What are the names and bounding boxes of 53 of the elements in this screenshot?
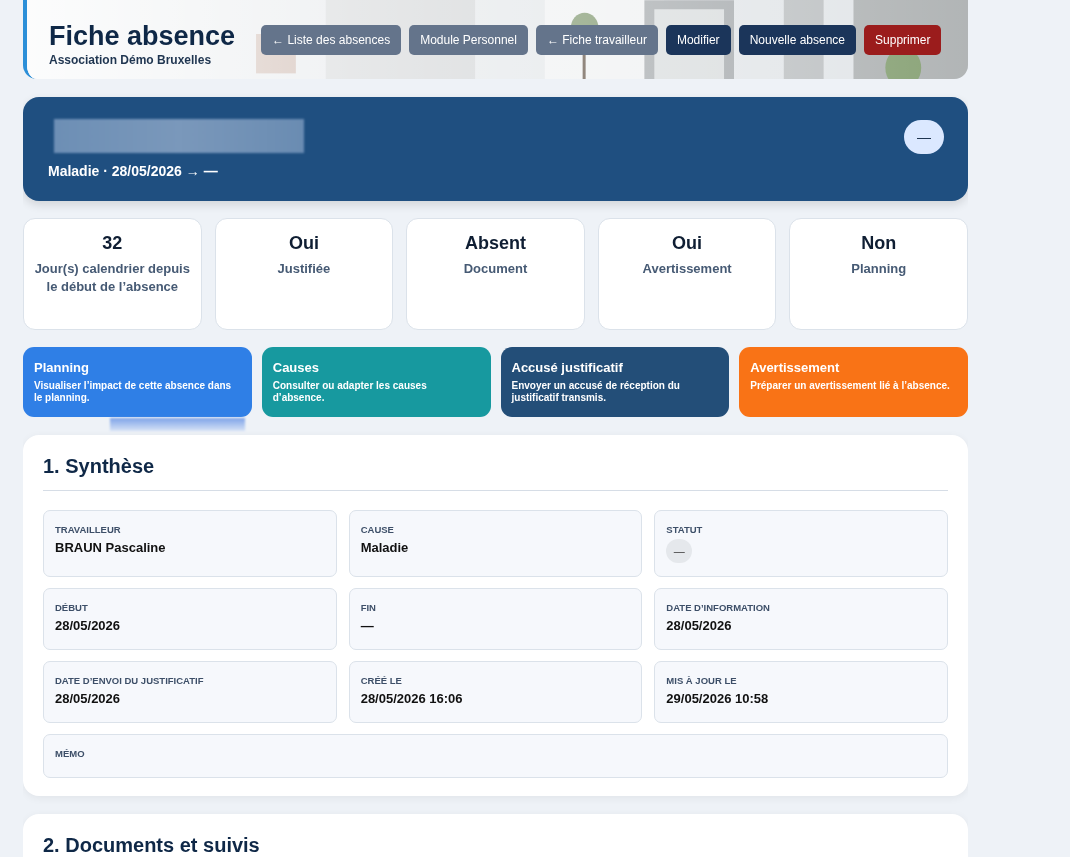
field-label: CRÉÉ LE xyxy=(360,675,403,686)
absence-summary: Maladie · 28/05/2026 → — xyxy=(48,163,219,179)
field-value: 29/05/2026 10:58 xyxy=(666,691,770,706)
action-title: Planning xyxy=(34,360,90,375)
header-button[interactable]: Supprimer xyxy=(864,25,942,55)
stat-value: Oui xyxy=(287,233,320,254)
header-button[interactable]: Module Personnel xyxy=(409,25,528,55)
status-badge: — xyxy=(666,539,693,563)
field-value: BRAUN Pascaline xyxy=(55,540,167,555)
field-label: DATE D’ENVOI DU JUSTIFICATIF xyxy=(55,675,205,686)
action-description: Envoyer un accusé de réception du justificatif transmis. xyxy=(511,380,681,404)
header-button[interactable]: ← Liste des absences xyxy=(261,25,402,55)
field-label: MÉMO xyxy=(55,748,86,759)
stat-label: Jour(s) calendrier depuis le début de l’absence xyxy=(34,260,191,296)
action-title: Causes xyxy=(272,360,320,375)
header-button[interactable]: Nouvelle absence xyxy=(738,25,857,55)
stat-value: Non xyxy=(860,233,898,254)
field-label: FIN xyxy=(360,602,377,613)
field-label: STATUT xyxy=(666,524,704,535)
field-value: 28/05/2026 xyxy=(666,618,733,633)
status-badge: — xyxy=(904,120,944,154)
stat-value: Absent xyxy=(464,233,527,254)
action-card[interactable]: Causes Consulter ou adapter les causes d’absence. xyxy=(261,347,491,417)
field-value: 28/05/2026 xyxy=(55,618,122,633)
field-label: DATE D’INFORMATION xyxy=(666,602,771,613)
field-label: TRAVAILLEUR xyxy=(55,524,122,535)
stat-label: Document xyxy=(462,260,529,278)
organization-name: Association Démo Bruxelles xyxy=(49,53,213,67)
field-label: CAUSE xyxy=(360,524,395,535)
action-card[interactable]: Planning Visualiser l’impact de cette absence dans le planning. xyxy=(23,347,252,417)
stat-label: Justifiée xyxy=(276,260,332,278)
header-button[interactable]: Modifier xyxy=(665,25,731,55)
action-description: Visualiser l’impact de cette absence dans le planning. xyxy=(34,380,233,404)
stat-label: Avertissement xyxy=(641,260,733,278)
section-title: 2. Documents et suivis xyxy=(43,834,948,857)
field-label: DÉBUT xyxy=(55,602,89,613)
action-card[interactable]: Avertissement Préparer un avertissement lié à l’absence. xyxy=(739,347,968,417)
section-title: 1. Synthèse xyxy=(43,455,948,491)
stat-label: Planning xyxy=(850,260,908,278)
action-card[interactable]: Accusé justificatif Envoyer un accusé de réception du justificatif transmis. xyxy=(500,347,730,417)
action-title: Accusé justificatif xyxy=(511,360,624,375)
action-description: Consulter ou adapter les causes d’absence. xyxy=(272,380,428,404)
field-value: 28/05/2026 16:06 xyxy=(360,691,464,706)
field-value: 28/05/2026 xyxy=(55,691,122,706)
field-value: — xyxy=(360,618,375,633)
stat-value: 32 xyxy=(101,233,124,254)
action-title: Avertissement xyxy=(750,360,841,375)
action-description: Préparer un avertissement lié à l’absence. xyxy=(750,380,951,392)
header-button[interactable]: ← Fiche travailleur xyxy=(535,25,658,55)
page-title: Fiche absence xyxy=(49,22,236,52)
stat-value: Oui xyxy=(671,233,704,254)
field-label: MIS À JOUR LE xyxy=(666,675,738,686)
field-value: Maladie xyxy=(360,540,410,555)
